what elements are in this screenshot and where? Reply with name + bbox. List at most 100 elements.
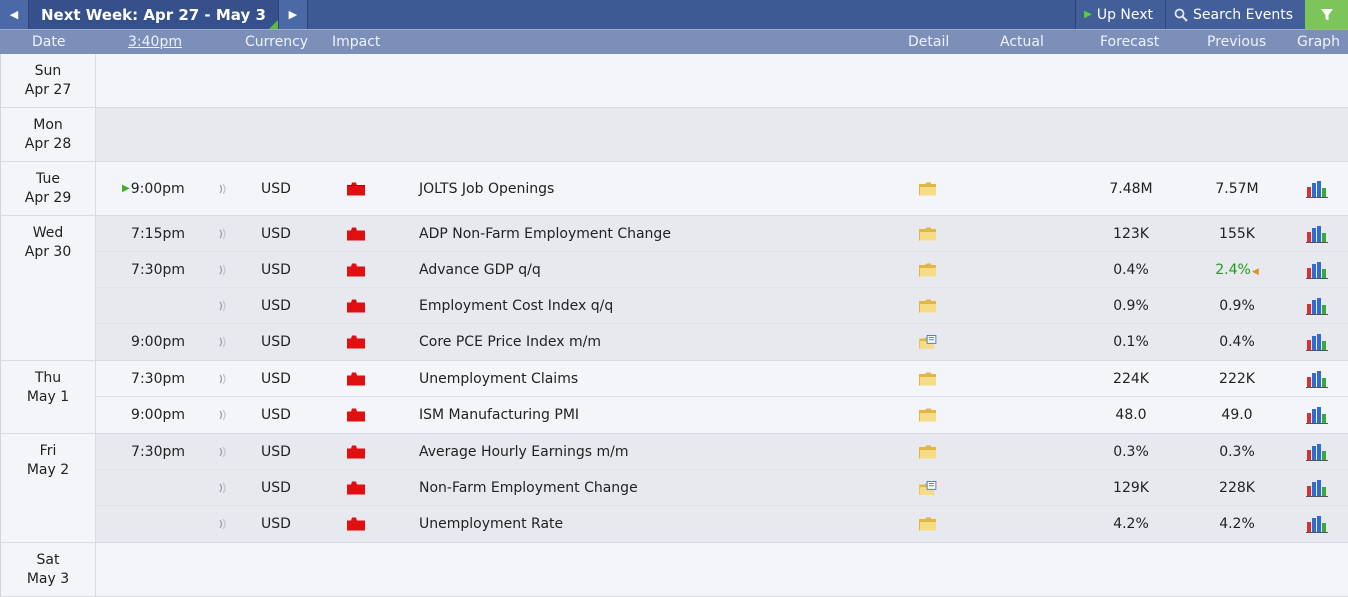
week-selector[interactable]: Next Week: Apr 27 - May 3 bbox=[29, 0, 279, 29]
search-events-button[interactable]: Search Events bbox=[1165, 0, 1305, 29]
sound-icon[interactable] bbox=[218, 336, 228, 348]
event-row[interactable]: USD Unemployment Rate 4.2% 4.2% bbox=[96, 506, 1348, 542]
event-time: 7:30pm bbox=[131, 370, 185, 387]
folder-icon[interactable] bbox=[919, 227, 937, 241]
sound-icon[interactable] bbox=[218, 264, 228, 276]
folder-icon[interactable] bbox=[919, 517, 937, 531]
high-impact-icon[interactable] bbox=[347, 445, 365, 458]
event-row[interactable]: 9:00pm USD ISM Manufacturing PMI 48.0 49… bbox=[96, 397, 1348, 433]
bar-chart-icon[interactable] bbox=[1306, 406, 1328, 424]
event-time: 7:15pm bbox=[131, 225, 185, 242]
event-title[interactable]: ADP Non-Farm Employment Change bbox=[419, 226, 671, 242]
folder-icon[interactable] bbox=[919, 408, 937, 422]
event-title[interactable]: Core PCE Price Index m/m bbox=[419, 334, 601, 350]
event-title[interactable]: Unemployment Claims bbox=[419, 371, 578, 387]
sound-icon[interactable] bbox=[218, 183, 228, 195]
column-actual: Actual bbox=[1000, 34, 1044, 50]
sound-icon[interactable] bbox=[218, 300, 228, 312]
previous-value: 222K bbox=[1219, 370, 1255, 387]
folder-icon[interactable] bbox=[919, 263, 937, 277]
bar-chart-icon[interactable] bbox=[1306, 515, 1328, 533]
folder-icon[interactable] bbox=[919, 182, 937, 196]
event-row[interactable]: 9:00pm USD Core PCE Price Index m/m 0.1%… bbox=[96, 324, 1348, 360]
column-graph: Graph bbox=[1297, 34, 1340, 50]
high-impact-icon[interactable] bbox=[347, 517, 365, 531]
forecast-value: 129K bbox=[1113, 479, 1149, 496]
sound-icon[interactable] bbox=[218, 446, 228, 458]
event-title[interactable]: Unemployment Rate bbox=[419, 516, 563, 532]
next-week-button[interactable]: ▶ bbox=[278, 0, 308, 29]
previous-week-button[interactable]: ◀ bbox=[0, 0, 29, 29]
sound-icon[interactable] bbox=[218, 409, 228, 421]
event-row[interactable]: USD Employment Cost Index q/q 0.9% 0.9% bbox=[96, 288, 1348, 324]
high-impact-icon[interactable] bbox=[347, 182, 365, 195]
bar-chart-icon[interactable] bbox=[1306, 443, 1328, 461]
date-cell: Wed Apr 30 bbox=[0, 216, 96, 360]
high-impact-icon[interactable] bbox=[347, 408, 365, 422]
forecast-value: 0.3% bbox=[1113, 443, 1149, 460]
previous-value: 49.0 bbox=[1221, 407, 1253, 423]
bar-chart-icon[interactable] bbox=[1306, 370, 1328, 388]
bar-chart-icon[interactable] bbox=[1306, 479, 1328, 497]
bar-chart-icon[interactable] bbox=[1306, 333, 1328, 351]
event-time: 7:30pm bbox=[131, 443, 185, 460]
folder-icon[interactable] bbox=[919, 372, 937, 386]
previous-value: 4.2% bbox=[1219, 516, 1255, 532]
column-detail: Detail bbox=[908, 34, 950, 50]
corner-indicator-icon bbox=[268, 20, 278, 29]
folder-story-icon[interactable] bbox=[919, 335, 937, 349]
bar-chart-icon[interactable] bbox=[1306, 225, 1328, 243]
folder-icon[interactable] bbox=[919, 299, 937, 313]
currency: USD bbox=[261, 225, 291, 242]
bar-chart-icon[interactable] bbox=[1306, 180, 1328, 198]
event-row[interactable]: 7:15pm USD ADP Non-Farm Employment Chang… bbox=[96, 216, 1348, 252]
date-cell: Fri May 2 bbox=[0, 434, 96, 542]
currency: USD bbox=[261, 297, 291, 314]
high-impact-icon[interactable] bbox=[347, 263, 365, 276]
bar-chart-icon[interactable] bbox=[1306, 261, 1328, 279]
next-event-time: ▶ 9:00pm bbox=[122, 180, 185, 197]
revision-icon: ◀ bbox=[1251, 266, 1259, 277]
sound-icon[interactable] bbox=[218, 228, 228, 240]
forecast-value: 0.9% bbox=[1113, 297, 1149, 314]
currency: USD bbox=[261, 479, 291, 496]
forecast-value: 7.48M bbox=[1109, 180, 1153, 197]
forecast-value: 48.0 bbox=[1115, 407, 1147, 423]
high-impact-icon[interactable] bbox=[347, 299, 365, 312]
event-row[interactable]: 7:30pm USD Average Hourly Earnings m/m 0… bbox=[96, 434, 1348, 470]
currency: USD bbox=[261, 261, 291, 278]
sound-icon[interactable] bbox=[218, 373, 228, 385]
currency: USD bbox=[261, 180, 291, 197]
search-icon bbox=[1174, 8, 1188, 22]
up-next-button[interactable]: ▶ Up Next bbox=[1075, 0, 1166, 29]
event-row[interactable]: 7:30pm USD Advance GDP q/q 0.4% 2.4%◀ bbox=[96, 252, 1348, 288]
event-time: 7:30pm bbox=[131, 261, 185, 278]
play-icon: ▶ bbox=[1084, 9, 1092, 20]
filter-icon bbox=[1320, 8, 1333, 20]
folder-story-icon[interactable] bbox=[919, 480, 937, 495]
previous-value: 0.3% bbox=[1219, 443, 1255, 460]
event-row[interactable]: 7:30pm USD Unemployment Claims 224K 222K bbox=[96, 361, 1348, 397]
event-title[interactable]: ISM Manufacturing PMI bbox=[419, 407, 579, 423]
bar-chart-icon[interactable] bbox=[1306, 297, 1328, 315]
sound-icon[interactable] bbox=[218, 482, 228, 494]
high-impact-icon[interactable] bbox=[347, 481, 365, 494]
high-impact-icon[interactable] bbox=[347, 335, 365, 349]
folder-icon[interactable] bbox=[919, 445, 937, 459]
current-time-link[interactable]: 3:40pm bbox=[128, 34, 182, 50]
high-impact-icon[interactable] bbox=[347, 372, 365, 385]
event-title[interactable]: Advance GDP q/q bbox=[419, 262, 541, 278]
event-title[interactable]: JOLTS Job Openings bbox=[419, 181, 554, 197]
forecast-value: 0.4% bbox=[1113, 261, 1149, 278]
event-row[interactable]: ▶ 9:00pm USD JOLTS Job Openings 7.48M 7.5… bbox=[96, 162, 1348, 215]
event-title[interactable]: Non-Farm Employment Change bbox=[419, 480, 638, 496]
previous-value: 228K bbox=[1219, 479, 1255, 496]
event-title[interactable]: Average Hourly Earnings m/m bbox=[419, 444, 628, 460]
event-row[interactable]: USD Non-Farm Employment Change 129K 228K bbox=[96, 470, 1348, 506]
event-title[interactable]: Employment Cost Index q/q bbox=[419, 298, 613, 314]
filter-button[interactable] bbox=[1305, 0, 1348, 29]
high-impact-icon[interactable] bbox=[347, 227, 365, 240]
date-cell: Mon Apr 28 bbox=[0, 108, 96, 161]
date-cell: Sat May 3 bbox=[0, 543, 96, 596]
sound-icon[interactable] bbox=[218, 518, 228, 530]
